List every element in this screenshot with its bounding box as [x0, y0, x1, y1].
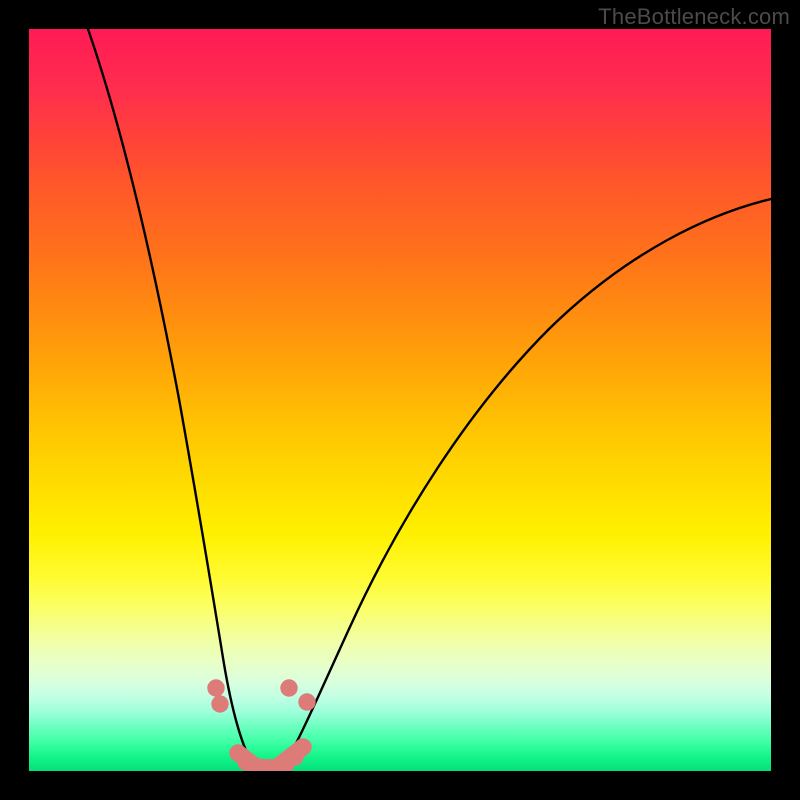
chart-frame: TheBottleneck.com — [0, 0, 800, 800]
watermark-text: TheBottleneck.com — [598, 4, 790, 30]
highlight-dot — [211, 695, 228, 712]
plot-area — [29, 29, 771, 771]
highlight-dot — [207, 679, 224, 696]
curves-layer — [29, 29, 771, 771]
curve-right-branch — [283, 199, 771, 767]
highlight-dot — [294, 738, 311, 755]
highlight-dot — [298, 693, 315, 710]
curve-left-branch — [88, 29, 254, 767]
highlight-dot — [280, 679, 297, 696]
